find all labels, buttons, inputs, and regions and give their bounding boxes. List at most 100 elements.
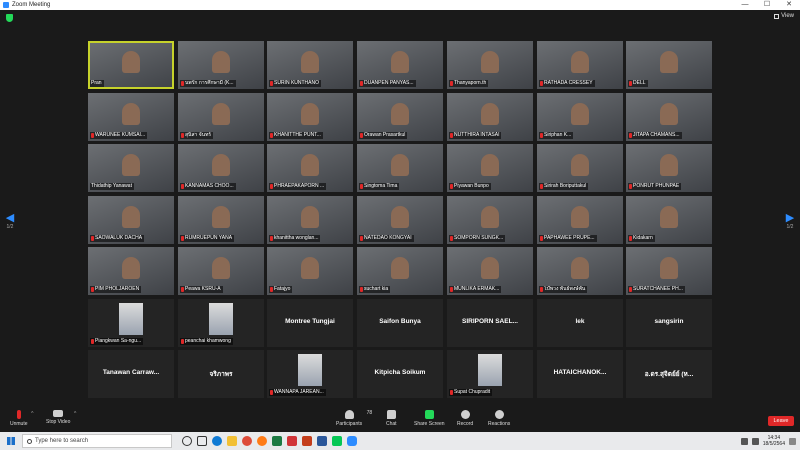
minimize-button[interactable]: — [734,0,756,10]
meeting-top-bar: View [0,10,800,26]
participant-tile[interactable]: PIM PHOLJAROEN [88,247,174,295]
participant-tile[interactable]: DELL [626,41,712,89]
task-view-icon[interactable] [197,436,207,446]
participant-name-label: peanchai khamwong [180,338,233,345]
participant-tile[interactable]: โบ๊พวง พันธ์พงษ์พัน [537,247,623,295]
participant-tile[interactable]: SAOWALUK DACHA [88,196,174,244]
mic-muted-icon [360,236,363,241]
record-button[interactable]: Record [457,410,473,427]
video-options-caret-icon[interactable]: ^ [74,411,76,417]
participant-name-label: JITAPA CHAMANS... [628,132,682,139]
participant-tile[interactable]: Thanyaporn.th [447,41,533,89]
participant-tile[interactable]: Singtoma Tima [357,144,443,192]
participants-button[interactable]: Participants 78 [336,410,372,427]
arrow-right-icon[interactable]: ▶ [785,212,795,224]
participant-tile[interactable]: SIRIPORN SAEL... [447,299,533,347]
leave-button[interactable]: Leave [768,416,794,426]
line-icon[interactable] [332,436,342,446]
next-page-control[interactable]: ▶ 1/2 [785,212,795,230]
share-screen-button[interactable]: Share Screen [414,410,445,427]
participant-tile[interactable]: จริภาพร [178,350,264,398]
zoom-app-icon[interactable] [347,436,357,446]
participant-tile[interactable]: WANNAPA JAREAN... [267,350,353,398]
participant-tile[interactable]: Pran [88,41,174,89]
participant-tile[interactable]: Kidakarn [626,196,712,244]
prev-page-control[interactable]: ◀ 1/2 [5,212,15,230]
cortana-icon[interactable] [182,436,192,446]
participant-name: peanchai khamwong [185,338,231,344]
participant-tile[interactable]: อ.ดร.สุจิตย์ย์ (ห... [626,350,712,398]
participant-name-label: นพรัก การศึกษามี (K... [180,80,236,87]
participant-tile[interactable]: Piangkwan Sa-ngu... [88,299,174,347]
window-title: Zoom Meeting [12,2,51,8]
search-icon [27,438,32,444]
participant-tile[interactable]: MUNLIKA ERMAK... [447,247,533,295]
participant-tile[interactable]: khanittha wonglan... [267,196,353,244]
participant-tile[interactable]: NATEDAO KONGYAI [357,196,443,244]
participant-tile[interactable]: RATHADA CRESSEY [537,41,623,89]
taskbar-clock[interactable]: 14:34 18/5/2564 [763,435,785,447]
participant-tile[interactable]: สุนิสา จันทร์ [178,93,264,141]
participant-tile[interactable]: NUTTHIRA INTASAI [447,93,533,141]
participant-tile[interactable]: Saifon Bunya [357,299,443,347]
taskbar-search-input[interactable]: Type here to search [22,434,172,448]
acrobat-icon[interactable] [287,436,297,446]
participant-tile[interactable]: Peawa KSRU-A [178,247,264,295]
participant-tile[interactable]: Siriphan K... [537,93,623,141]
excel-icon[interactable] [272,436,282,446]
participant-tile[interactable]: Sirirah Boriputtakul [537,144,623,192]
participant-tile[interactable]: lek [537,299,623,347]
start-button[interactable] [0,432,22,450]
arrow-left-icon[interactable]: ◀ [5,212,15,224]
camera-icon [53,410,64,417]
participant-tile[interactable]: นพรัก การศึกษามี (K... [178,41,264,89]
maximize-button[interactable]: ☐ [756,0,778,10]
security-shield-icon[interactable] [6,14,13,22]
participant-tile[interactable]: PAPHAWEE PRUPE... [537,196,623,244]
participant-tile[interactable]: HATAICHANOK... [537,350,623,398]
participant-tile[interactable]: SURIN KUNTHANO [267,41,353,89]
participant-tile[interactable]: peanchai khamwong [178,299,264,347]
participant-tile[interactable]: SOMPORN SUNGK... [447,196,533,244]
word-icon[interactable] [317,436,327,446]
unmute-button[interactable]: Unmute ^ [10,410,34,427]
close-button[interactable]: ✕ [778,0,800,10]
reactions-button[interactable]: Reactions [488,410,510,427]
participant-name: Piyawan Bunpo [454,183,489,189]
participant-tile[interactable]: sangsirin [626,299,712,347]
participant-tile[interactable]: suchart kia [357,247,443,295]
audio-options-caret-icon[interactable]: ^ [31,411,33,417]
participant-tile[interactable]: Tanawan Carraw... [88,350,174,398]
participant-tile[interactable]: Fatajyo [267,247,353,295]
participant-tile[interactable]: KANNAMAS CHOO... [178,144,264,192]
volume-icon[interactable] [751,437,759,445]
participant-tile[interactable]: Montree Tungjai [267,299,353,347]
participant-tile[interactable]: JITAPA CHAMANS... [626,93,712,141]
powerpoint-icon[interactable] [302,436,312,446]
participant-name: KHANITTHE PUNT... [274,132,321,138]
participant-tile[interactable]: RUMRUEPUN YANA [178,196,264,244]
participant-tile[interactable]: SURATCHANEE PH... [626,247,712,295]
participant-tile[interactable]: PONRUT PHUNPAE [626,144,712,192]
participant-tile[interactable]: Supat Chupradit [447,350,533,398]
chrome-icon[interactable] [242,436,252,446]
view-button[interactable]: View [774,13,794,19]
network-icon[interactable] [740,437,748,445]
notifications-icon[interactable] [789,437,796,445]
firefox-icon[interactable] [257,436,267,446]
participant-tile[interactable]: KHANITTHE PUNT... [267,93,353,141]
chat-button[interactable]: Chat [386,410,397,427]
participant-video [122,154,140,176]
participant-tile[interactable]: Piyawan Bunpo [447,144,533,192]
participant-name: Siriphan K... [544,132,572,138]
participant-tile[interactable]: DUANPEN PANYAS... [357,41,443,89]
edge-icon[interactable] [212,436,222,446]
participant-tile[interactable]: Thidathip Yanawat [88,144,174,192]
file-explorer-icon[interactable] [227,436,237,446]
participant-tile[interactable]: Kitpicha Soikum [357,350,443,398]
participant-tile[interactable]: Orawan Prasartkul [357,93,443,141]
participant-tile[interactable]: PHRAEPAKAPORN ... [267,144,353,192]
stop-video-button[interactable]: Stop Video ^ [46,410,76,425]
participant-tile[interactable]: WARUNEE KUMSAI... [88,93,174,141]
participant-name-label: Pran [90,80,104,87]
